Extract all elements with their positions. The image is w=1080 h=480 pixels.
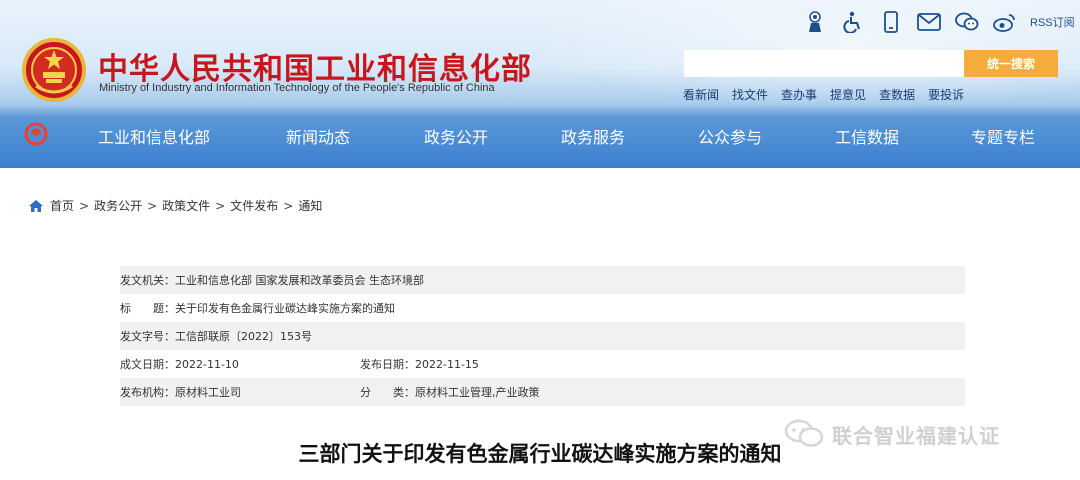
meta-row-issuer: 发文机关： 工业和信息化部 国家发展和改革委员会 生态环境部 — [120, 266, 965, 294]
site-header: 中华人民共和国工业和信息化部 Ministry of Industry and … — [0, 0, 1080, 168]
breadcrumb-notice[interactable]: 通知 — [298, 197, 322, 214]
document-metadata-table: 发文机关： 工业和信息化部 国家发展和改革委员会 生态环境部 标 题： 关于印发… — [120, 266, 965, 406]
search-input[interactable] — [684, 50, 964, 77]
breadcrumb-file-release[interactable]: 文件发布 — [230, 197, 278, 214]
breadcrumb-policy-files[interactable]: 政策文件 — [162, 197, 210, 214]
meta-row-dates: 成文日期：2022-11-10 发布日期：2022-11-15 — [120, 350, 965, 378]
site-subtitle: Ministry of Industry and Information Tec… — [99, 82, 495, 94]
header-tools: RSS订阅 — [800, 10, 1075, 34]
breadcrumb: 首页 > 政务公开 > 政策文件 > 文件发布 > 通知 — [28, 197, 322, 214]
published-cell: 发布日期：2022-11-15 — [360, 356, 479, 372]
published-value: 2022-11-15 — [415, 358, 479, 371]
issuer-label: 发文机关： — [120, 274, 175, 287]
mobile-icon[interactable] — [876, 10, 906, 34]
wechat-icon[interactable] — [952, 10, 982, 34]
title-value: 关于印发有色金属行业碳达峰实施方案的通知 — [175, 302, 395, 315]
mail-icon[interactable] — [914, 10, 944, 34]
nav-item-data[interactable]: 工信数据 — [835, 124, 899, 148]
category-label: 分 类： — [360, 386, 415, 399]
docno-value: 工信部联原〔2022〕153号 — [175, 330, 312, 343]
org-value: 原材料工业司 — [175, 386, 241, 399]
meta-row-org: 发布机构：原材料工业司 分 类：原材料工业管理,产业政策 — [120, 378, 965, 406]
published-label: 发布日期： — [360, 358, 415, 371]
breadcrumb-separator: > — [79, 198, 90, 213]
meta-row-title: 标 题： 关于印发有色金属行业碳达峰实施方案的通知 — [120, 294, 965, 322]
weibo-icon[interactable] — [990, 10, 1020, 34]
title-label: 标 题： — [120, 302, 175, 315]
quick-link-complaint[interactable]: 要投诉 — [928, 86, 964, 103]
home-icon[interactable] — [28, 199, 44, 213]
elder-care-icon[interactable] — [800, 10, 830, 34]
category-value: 原材料工业管理,产业政策 — [415, 386, 540, 399]
quick-link-news[interactable]: 看新闻 — [683, 86, 719, 103]
docno-label: 发文字号： — [120, 330, 175, 343]
quick-links: 看新闻 找文件 查办事 提意见 查数据 要投诉 — [683, 86, 977, 103]
org-label: 发布机构： — [120, 386, 175, 399]
nav-item-gov-affairs[interactable]: 政务公开 — [424, 124, 488, 148]
nav-item-news[interactable]: 新闻动态 — [286, 124, 350, 148]
category-cell: 分 类：原材料工业管理,产业政策 — [360, 384, 540, 400]
nav-item-ministry[interactable]: 工业和信息化部 — [98, 124, 210, 148]
quick-link-feedback[interactable]: 提意见 — [830, 86, 866, 103]
ministry-logo-icon[interactable] — [24, 122, 48, 146]
accessibility-icon[interactable] — [838, 10, 868, 34]
search-bar: 统一搜索 — [684, 50, 1058, 77]
nav-item-topics[interactable]: 专题专栏 — [971, 124, 1035, 148]
national-emblem-icon — [22, 38, 86, 102]
breadcrumb-gov-affairs[interactable]: 政务公开 — [94, 197, 142, 214]
org-cell: 发布机构：原材料工业司 — [120, 384, 360, 400]
rss-link[interactable]: RSS订阅 — [1030, 14, 1075, 30]
created-value: 2022-11-10 — [175, 358, 239, 371]
breadcrumb-separator: > — [215, 198, 226, 213]
quick-link-data[interactable]: 查数据 — [879, 86, 915, 103]
main-nav: 工业和信息化部 新闻动态 政务公开 政务服务 公众参与 工信数据 专题专栏 — [0, 112, 1080, 158]
breadcrumb-separator: > — [283, 198, 294, 213]
document-title: 三部门关于印发有色金属行业碳达峰实施方案的通知 — [298, 442, 782, 466]
issuer-value: 工业和信息化部 国家发展和改革委员会 生态环境部 — [175, 274, 424, 287]
quick-link-files[interactable]: 找文件 — [732, 86, 768, 103]
created-label: 成文日期： — [120, 358, 175, 371]
breadcrumb-separator: > — [147, 198, 158, 213]
nav-item-gov-services[interactable]: 政务服务 — [561, 124, 625, 148]
meta-row-docno: 发文字号： 工信部联原〔2022〕153号 — [120, 322, 965, 350]
breadcrumb-home[interactable]: 首页 — [50, 197, 74, 214]
created-cell: 成文日期：2022-11-10 — [120, 356, 360, 372]
search-button[interactable]: 统一搜索 — [964, 50, 1058, 77]
quick-link-services[interactable]: 查办事 — [781, 86, 817, 103]
nav-item-participation[interactable]: 公众参与 — [698, 124, 762, 148]
